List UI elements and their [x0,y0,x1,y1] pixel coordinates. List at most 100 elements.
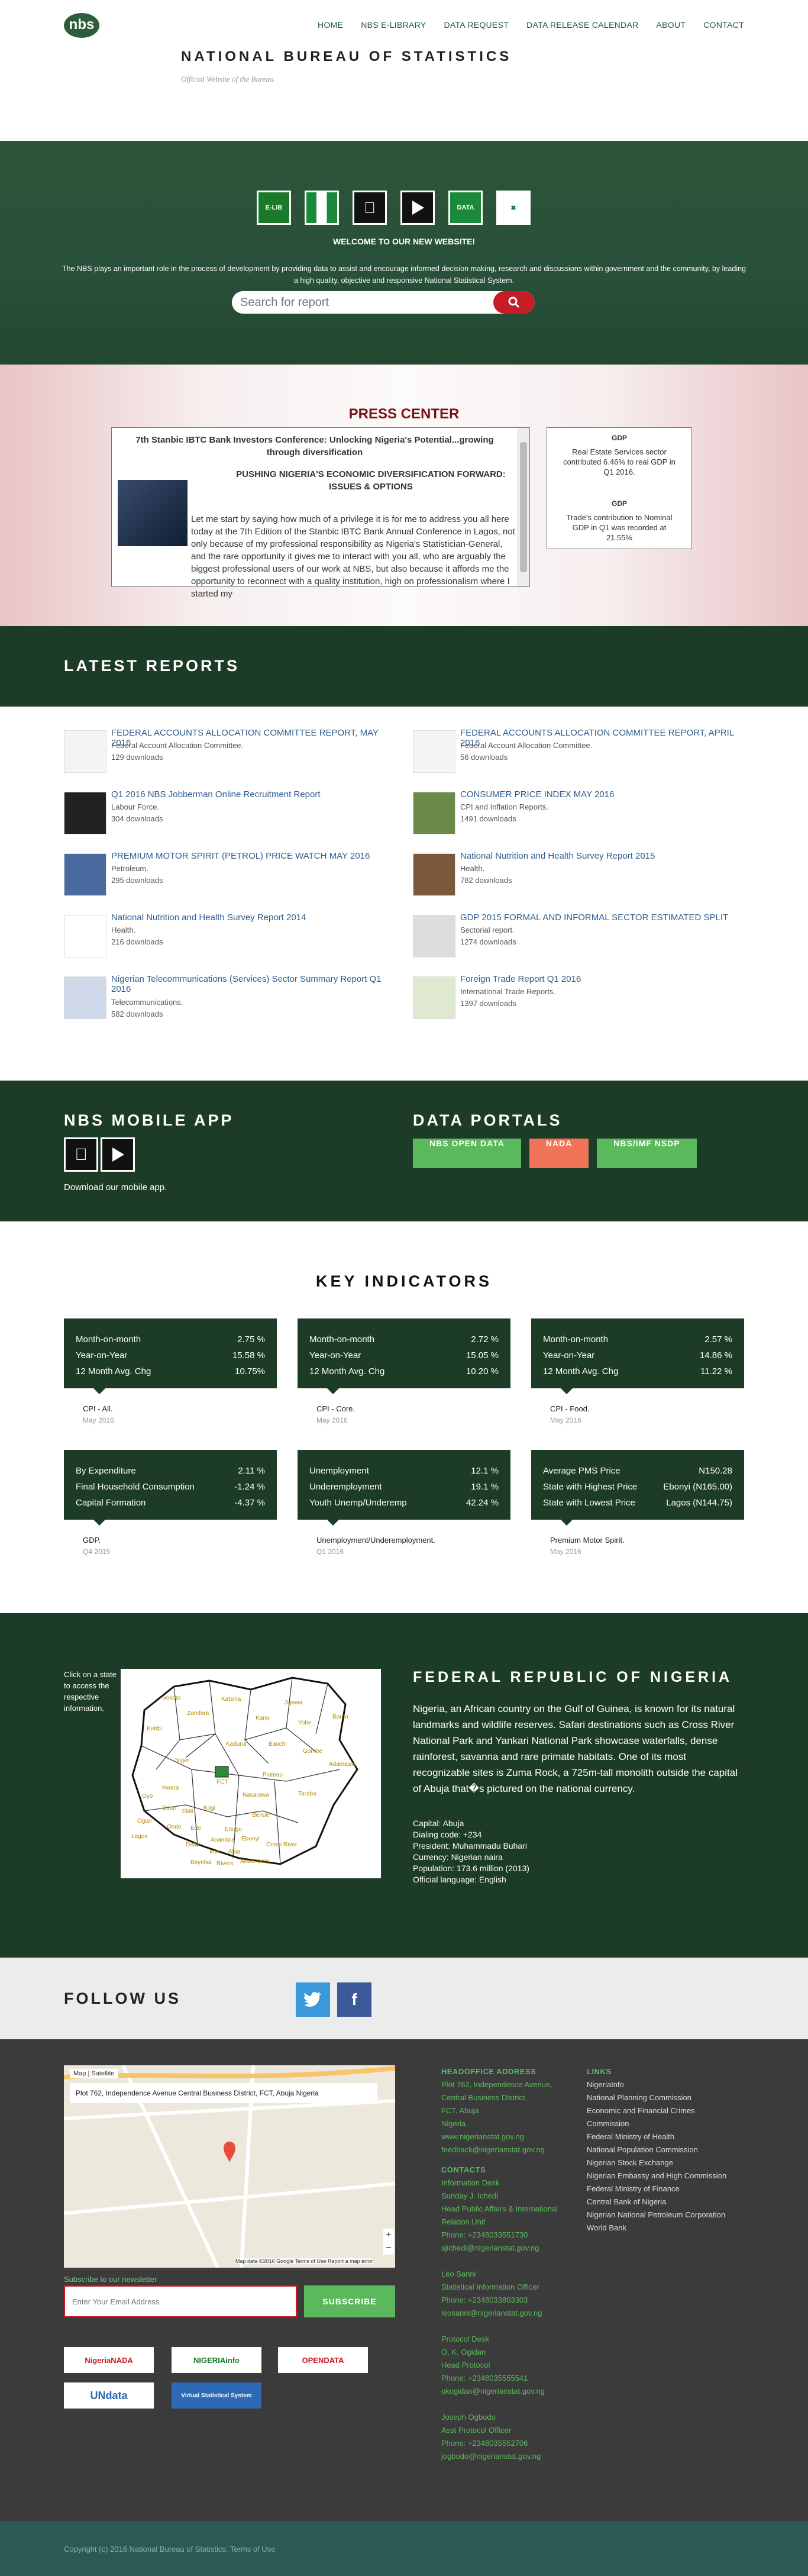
footer-link[interactable]: National Planning Commission [587,2091,744,2104]
state-label[interactable]: Katsina [221,1696,241,1703]
state-label[interactable]: Ogun [137,1818,151,1824]
report-item[interactable]: FEDERAL ACCOUNTS ALLOCATION COMMITTEE RE… [413,726,744,773]
nigeria-data-icon[interactable]: DATA [448,191,483,225]
newsletter-email-input[interactable] [64,2285,297,2317]
report-item[interactable]: Nigerian Telecommunications (Services) S… [64,972,395,1019]
state-label[interactable]: Anambra [211,1837,235,1843]
report-title[interactable]: GDP 2015 FORMAL AND INFORMAL SECTOR ESTI… [460,913,728,923]
footer-link[interactable]: Central Bank of Nigeria [587,2195,744,2209]
state-label[interactable]: Bauchi [269,1741,287,1748]
google-play-icon[interactable] [400,191,435,225]
state-label[interactable]: Ekiti [182,1808,193,1815]
report-title[interactable]: National Nutrition and Health Survey Rep… [460,851,655,861]
nigeria-flag-icon[interactable] [305,191,339,225]
apple-icon[interactable]:  [64,1137,98,1172]
search-button[interactable] [493,291,535,314]
state-label[interactable]: Kano [256,1715,269,1721]
report-title[interactable]: Q1 2016 NBS Jobberman Online Recruitment… [111,789,321,799]
partner-logo-opendata[interactable]: OPENDATA [278,2347,368,2373]
state-label[interactable]: Yobe [298,1720,311,1726]
nbs-logo[interactable]: nbs [64,13,99,38]
nigeria-state-map[interactable]: Sokoto Kebbi Zamfara Katsina Kano Jigawa… [121,1669,381,1878]
state-label[interactable]: FCT [216,1779,228,1785]
partner-logo-virtual-statistical-system[interactable]: Virtual Statistical System [172,2382,261,2409]
nbs-imf-nsdp-button[interactable]: NBS/IMF NSDP [597,1139,697,1168]
footer-link[interactable]: Economic and Financial Crimes [587,2104,744,2117]
e-library-icon[interactable]: E-LIB [257,191,291,225]
footer-link[interactable]: Federal Ministry of Health [587,2130,744,2143]
map-zoom-controls[interactable]: + − [383,2229,394,2255]
contact-email-link[interactable]: okogidan@nigerianstat.gov.ng [441,2385,577,2398]
report-title[interactable]: Nigerian Telecommunications (Services) S… [111,974,395,994]
report-item[interactable]: Foreign Trade Report Q1 2016 Internationa… [413,972,744,1019]
state-label[interactable]: Jigawa [284,1700,302,1706]
state-label[interactable]: Kogi [203,1805,215,1811]
footer-link[interactable]: Federal Ministry of Finance [587,2182,744,2195]
state-label[interactable]: Zamfara [187,1710,209,1717]
state-label[interactable]: Taraba [298,1791,316,1797]
indicator-card[interactable]: By Expenditure 2.11 % Final Household Con… [64,1450,277,1526]
report-item[interactable]: GDP 2015 FORMAL AND INFORMAL SECTOR ESTI… [413,910,744,957]
report-item[interactable]: FEDERAL ACCOUNTS ALLOCATION COMMITTEE RE… [64,726,395,773]
report-title[interactable]: PREMIUM MOTOR SPIRIT (PETROL) PRICE WATC… [111,851,370,861]
indicator-card[interactable]: Average PMS Price N150.28 State with High… [531,1450,744,1526]
hq-website-link[interactable]: www.nigerianstat.gov.ng [441,2130,577,2143]
subscribe-button[interactable]: SUBSCRIBE [304,2285,395,2317]
state-label[interactable]: Adamawa [329,1761,355,1768]
footer-link[interactable]: Nigerian Embassy and High Commission [587,2169,744,2182]
report-title[interactable]: Foreign Trade Report Q1 2016 [460,974,581,984]
twitter-icon[interactable] [296,1982,330,2017]
indicator-card[interactable]: Month-on-month 2.57 % Year-on-Year 14.86 %… [531,1318,744,1394]
state-label[interactable]: Gombe [303,1748,322,1755]
footer-link[interactable]: Commission [587,2117,744,2130]
nav-data-request[interactable]: DATA REQUEST [444,20,509,30]
footer-link[interactable]: National Population Commission [587,2143,744,2156]
footer-link[interactable]: Nigerian National Petroleum Corporation [587,2209,744,2222]
contact-email-link[interactable]: jogbodo@nigerianstat.gov.ng [441,2450,577,2463]
state-label[interactable]: Benue [252,1812,269,1819]
state-label[interactable]: Ondo [167,1824,181,1830]
press-article-box[interactable]: 7th Stanbic IBTC Bank Investors Conferen… [111,427,530,599]
press-scrollbar[interactable] [518,428,529,586]
indicator-card-title[interactable]: Unemployment/Underemployment. [316,1536,435,1545]
state-label[interactable]: Lagos [131,1833,147,1840]
report-title[interactable]: National Nutrition and Health Survey Rep… [111,913,306,923]
state-label[interactable]: Sokoto [162,1695,180,1701]
state-label[interactable]: Kaduna [226,1741,246,1748]
state-label[interactable]: Imo [209,1849,219,1855]
state-label[interactable]: Edo [190,1825,201,1832]
location-map[interactable]: Map | Satellite Plot 762, Independence A… [64,2065,395,2268]
map-tab-map[interactable]: Map [73,2070,86,2077]
nav-about[interactable]: ABOUT [657,20,686,30]
indicator-card-title[interactable]: CPI - All. [83,1404,113,1413]
state-label[interactable]: Rivers [216,1861,233,1867]
map-tab-satellite[interactable]: Satellite [91,2070,114,2077]
state-label[interactable]: Enugu [225,1826,242,1833]
report-item[interactable]: National Nutrition and Health Survey Rep… [64,910,395,957]
indicator-card-title[interactable]: Premium Motor Spirit. [550,1536,625,1545]
footer-link[interactable]: NigeriaInfo [587,2078,744,2091]
nav-data-release-calendar[interactable]: DATA RELEASE CALENDAR [526,20,638,30]
nbs-icon[interactable]: ✖ [496,191,531,225]
indicator-card-title[interactable]: GDP. [83,1536,101,1545]
state-label[interactable]: Plateau [263,1772,283,1778]
indicator-card-title[interactable]: CPI - Core. [316,1404,355,1413]
indicator-card[interactable]: Month-on-month 2.72 % Year-on-Year 15.05 %… [298,1318,510,1394]
hq-email-link[interactable]: feedback@nigerianstat.gov.ng [441,2143,577,2156]
indicator-card[interactable]: Month-on-month 2.75 % Year-on-Year 15.58 %… [64,1318,277,1394]
footer-link[interactable]: World Bank [587,2222,744,2235]
nav-home[interactable]: HOME [318,20,343,30]
contact-email-link[interactable]: leosanni@nigerianstat.gov.ng [441,2307,577,2320]
nav-contact[interactable]: CONTACT [703,20,744,30]
report-item[interactable]: National Nutrition and Health Survey Rep… [413,849,744,896]
state-label[interactable]: Niger [175,1758,189,1764]
report-title[interactable]: CONSUMER PRICE INDEX MAY 2016 [460,789,614,799]
state-label[interactable]: Nasarawa [243,1792,269,1798]
nada-button[interactable]: NADA [529,1139,589,1168]
state-label[interactable]: Bayelsa [190,1859,212,1866]
state-label[interactable]: Abia [228,1849,240,1855]
state-label[interactable]: Cross River [266,1842,297,1848]
apple-icon[interactable]:  [353,191,387,225]
google-play-icon[interactable] [101,1137,135,1172]
footer-link[interactable]: Nigerian Stock Exchange [587,2156,744,2169]
